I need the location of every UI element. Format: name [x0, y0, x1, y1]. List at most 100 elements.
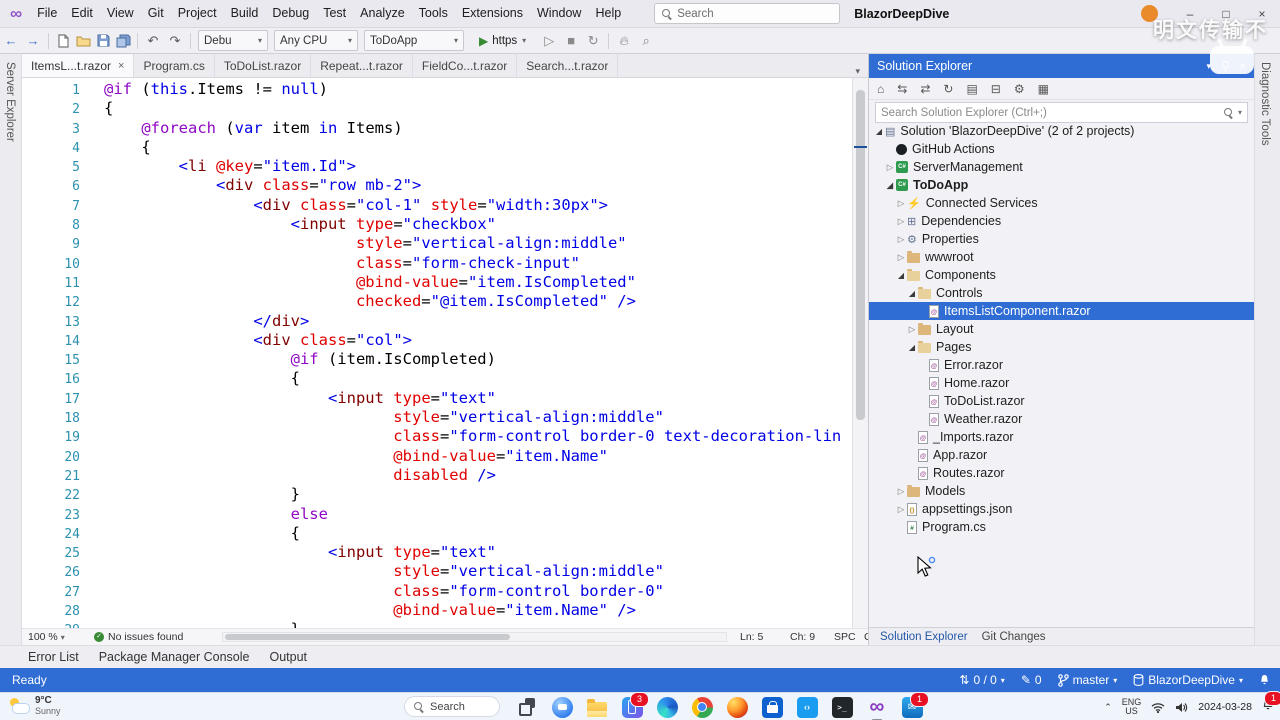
- menu-project[interactable]: Project: [171, 6, 224, 20]
- tree-item-appsettings-json[interactable]: ▷{} appsettings.json: [869, 500, 1254, 518]
- tree-item-wwwroot[interactable]: ▷ wwwroot: [869, 248, 1254, 266]
- tool-tab-git-changes[interactable]: Git Changes: [975, 631, 1053, 643]
- code-line-11[interactable]: 11 @bind-value="item.IsCompleted": [22, 273, 852, 292]
- home-icon[interactable]: ⌂: [877, 82, 884, 96]
- code-line-1[interactable]: 1 @if (this.Items != null): [22, 80, 852, 99]
- expander-collapsed-icon[interactable]: ▷: [895, 234, 907, 245]
- start-without-debugging-icon[interactable]: ▷: [538, 33, 560, 49]
- tree-item-solution-blazordeepdive-2-of-2-projects[interactable]: ◢ ▤ Solution 'BlazorDeepDive' (2 of 2 proj…: [869, 122, 1254, 140]
- expander-collapsed-icon[interactable]: ▷: [906, 324, 918, 335]
- taskbar-app-phone-link[interactable]: 3: [619, 692, 649, 720]
- code-line-26[interactable]: 26 style="vertical-align:middle": [22, 562, 852, 581]
- switch-view-icon[interactable]: ⇆: [897, 82, 907, 96]
- taskbar-app-mail[interactable]: ✉ 1: [899, 692, 929, 720]
- taskbar-app-chrome[interactable]: [689, 694, 715, 720]
- tree-item-imports-razor[interactable]: @ _Imports.razor: [869, 428, 1254, 446]
- open-folder-icon[interactable]: [73, 35, 93, 47]
- undo-icon[interactable]: ↶: [142, 33, 164, 49]
- code-line-2[interactable]: 2{: [22, 99, 852, 118]
- zoom-selector[interactable]: 100 % ▾: [28, 631, 65, 643]
- restart-icon[interactable]: ↻: [582, 33, 604, 49]
- code-line-24[interactable]: 24 {: [22, 524, 852, 543]
- git-branch-selector[interactable]: master ▾: [1057, 673, 1117, 687]
- tree-item-servermanagement[interactable]: ▷ C# ServerManagement: [869, 158, 1254, 176]
- expander-expanded-icon[interactable]: ◢: [906, 289, 918, 298]
- tree-item-dependencies[interactable]: ▷ ⊞ Dependencies: [869, 212, 1254, 230]
- expander-collapsed-icon[interactable]: ▷: [895, 198, 907, 209]
- menu-extensions[interactable]: Extensions: [455, 6, 530, 20]
- taskbar-app-vscode[interactable]: ‹›: [794, 694, 820, 720]
- tree-item-connected-services[interactable]: ▷ ⚡ Connected Services: [869, 194, 1254, 212]
- tree-item-todolist-razor[interactable]: @ ToDoList.razor: [869, 392, 1254, 410]
- taskbar-app-task-view[interactable]: [514, 694, 540, 720]
- tree-item-program-cs[interactable]: # Program.cs: [869, 518, 1254, 536]
- find-icon[interactable]: ⌕: [635, 33, 657, 49]
- tree-item-components[interactable]: ◢ Components: [869, 266, 1254, 284]
- solution-explorer-header[interactable]: Solution Explorer ▾ ×: [869, 54, 1254, 78]
- editor-tab-program-cs[interactable]: Program.cs: [134, 54, 215, 77]
- save-icon[interactable]: [93, 34, 113, 47]
- taskbar-app-store[interactable]: [759, 694, 785, 720]
- code-line-6[interactable]: 6 <div class="row mb-2">: [22, 176, 852, 195]
- tree-item-pages[interactable]: ◢ Pages: [869, 338, 1254, 356]
- expander-collapsed-icon[interactable]: ▷: [895, 216, 907, 227]
- quick-search-box[interactable]: Search: [654, 3, 841, 24]
- tool-tab-solution-explorer[interactable]: Solution Explorer: [873, 631, 975, 643]
- code-line-21[interactable]: 21 disabled />: [22, 466, 852, 485]
- expander-expanded-icon[interactable]: ◢: [873, 127, 885, 136]
- server-explorer-tab[interactable]: Server Explorer: [4, 54, 16, 142]
- code-editor[interactable]: 1 @if (this.Items != null) 2{3 @foreach (v…: [22, 78, 868, 628]
- menu-help[interactable]: Help: [588, 6, 628, 20]
- code-line-20[interactable]: 20 @bind-value="item.Name": [22, 447, 852, 466]
- menu-edit[interactable]: Edit: [64, 6, 100, 20]
- taskbar-app-chat[interactable]: [549, 694, 575, 720]
- editor-tab-todolist-razor[interactable]: ToDoList.razor: [214, 54, 312, 77]
- properties-icon[interactable]: ⚙: [1014, 82, 1025, 96]
- volume-icon[interactable]: [1175, 702, 1188, 713]
- diagnostic-tools-tab[interactable]: Diagnostic Tools: [1259, 54, 1271, 146]
- code-line-10[interactable]: 10 class="form-check-input": [22, 254, 852, 273]
- code-line-13[interactable]: 13 </div>: [22, 312, 852, 331]
- tree-item-layout[interactable]: ▷ Layout: [869, 320, 1254, 338]
- code-line-3[interactable]: 3 @foreach (var item in Items): [22, 119, 852, 138]
- tree-item-github-actions[interactable]: GitHub Actions: [869, 140, 1254, 158]
- notifications-bell[interactable]: [1259, 674, 1270, 686]
- expander-expanded-icon[interactable]: ◢: [884, 181, 896, 190]
- redo-icon[interactable]: ↷: [164, 33, 186, 49]
- start-debugging-button[interactable]: ▶ https ▾: [473, 31, 532, 51]
- panel-tab-error-list[interactable]: Error List: [18, 650, 89, 664]
- code-line-7[interactable]: 7 <div class="col-1" style="width:30px">: [22, 196, 852, 215]
- new-file-icon[interactable]: [53, 33, 73, 48]
- scrollbar-thumb[interactable]: [856, 90, 865, 420]
- expander-collapsed-icon[interactable]: ▷: [895, 486, 907, 497]
- code-line-29[interactable]: 29 }: [22, 620, 852, 628]
- navigate-backward-icon[interactable]: ←: [0, 33, 22, 48]
- expander-collapsed-icon[interactable]: ▷: [895, 252, 907, 263]
- menu-view[interactable]: View: [100, 6, 141, 20]
- code-line-22[interactable]: 22 }: [22, 485, 852, 504]
- taskbar-app-file-explorer[interactable]: [584, 694, 610, 720]
- expander-collapsed-icon[interactable]: ▷: [895, 504, 907, 515]
- stop-icon[interactable]: ■: [560, 33, 582, 48]
- nest-files-icon[interactable]: ▤: [966, 82, 977, 96]
- startup-projects-dropdown[interactable]: ToDoApp ▾: [364, 30, 464, 51]
- sync-with-active-document-icon[interactable]: ⇄: [920, 82, 930, 96]
- hot-reload-icon[interactable]: 🔥︎: [613, 33, 635, 49]
- save-all-icon[interactable]: [113, 34, 133, 48]
- scrollbar-thumb[interactable]: [225, 634, 510, 640]
- tree-item-todoapp[interactable]: ◢ C# ToDoApp: [869, 176, 1254, 194]
- collapse-all-icon[interactable]: ⊟: [991, 82, 1001, 96]
- language-indicator[interactable]: ENG US: [1122, 698, 1142, 716]
- wifi-icon[interactable]: [1151, 702, 1165, 713]
- health-indicator[interactable]: ✓ No issues found: [94, 631, 183, 643]
- menu-file[interactable]: File: [30, 6, 64, 20]
- editor-tab-search-t-razor[interactable]: Search...t.razor: [517, 54, 619, 77]
- navigate-forward-icon[interactable]: →: [22, 33, 44, 48]
- menu-build[interactable]: Build: [224, 6, 266, 20]
- menu-debug[interactable]: Debug: [265, 6, 316, 20]
- expander-collapsed-icon[interactable]: ▷: [884, 162, 896, 173]
- tree-item-routes-razor[interactable]: @ Routes.razor: [869, 464, 1254, 482]
- taskbar-app-terminal[interactable]: >_: [829, 694, 855, 720]
- menu-git[interactable]: Git: [141, 6, 171, 20]
- code-line-9[interactable]: 9 style="vertical-align:middle": [22, 234, 852, 253]
